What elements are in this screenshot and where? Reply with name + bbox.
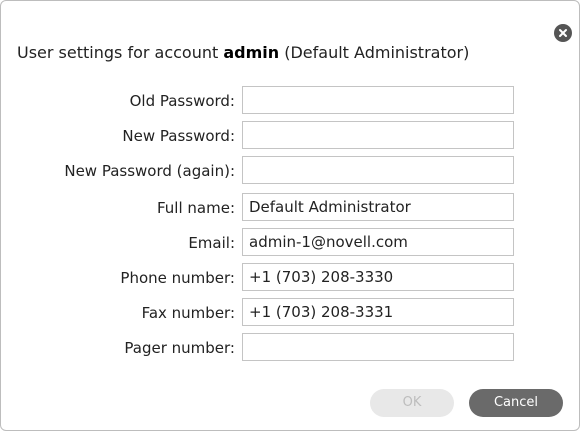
old-password-field[interactable] [242,86,514,114]
new-password-label: New Password: [122,127,235,145]
phone-number-label: Phone number: [120,269,235,287]
new-password-again-field[interactable] [242,156,514,184]
full-name-field[interactable] [242,193,514,221]
full-name-label: Full name: [156,199,235,217]
email-field[interactable] [242,228,514,256]
new-password-field[interactable] [242,121,514,149]
cancel-button[interactable]: Cancel [469,389,563,417]
form-row-phone-number: Phone number: [1,263,579,293]
title-prefix: User settings for account [17,43,224,62]
pager-number-label: Pager number: [124,339,235,357]
form-row-pager-number: Pager number: [1,333,579,363]
account-name: admin [223,43,280,62]
phone-number-field[interactable] [242,263,514,291]
fax-number-label: Fax number: [141,304,235,322]
form-row-new-password: New Password: [1,121,579,151]
email-label: Email: [188,234,235,252]
form-row-email: Email: [1,228,579,258]
form-row-new-password-again: New Password (again): [1,156,579,186]
form-row-old-password: Old Password: [1,86,579,116]
user-settings-dialog: User settings for account admin (Default… [0,0,580,431]
pager-number-field[interactable] [242,333,514,361]
old-password-label: Old Password: [129,92,235,110]
ok-button[interactable]: OK [370,389,454,417]
new-password-again-label: New Password (again): [64,162,235,180]
form-row-full-name: Full name: [1,193,579,223]
dialog-title: User settings for account admin (Default… [17,43,469,63]
close-icon [559,29,567,37]
form-row-fax-number: Fax number: [1,298,579,328]
fax-number-field[interactable] [242,298,514,326]
close-button[interactable] [554,24,572,42]
title-suffix: (Default Administrator) [279,43,470,62]
